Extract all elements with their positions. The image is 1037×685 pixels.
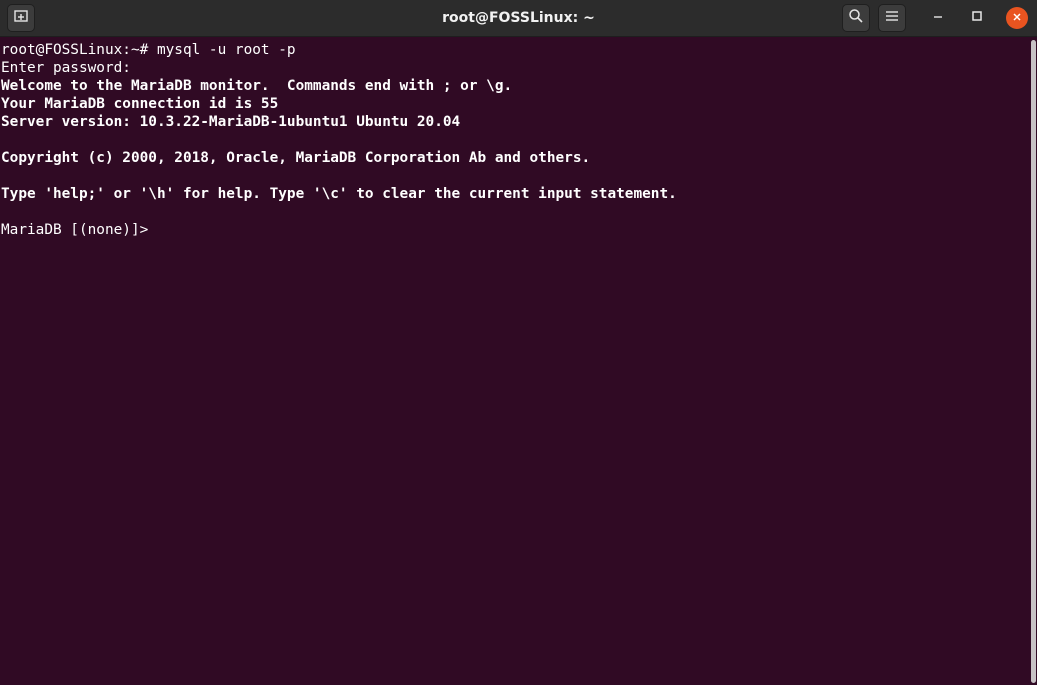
scrollbar-thumb[interactable] xyxy=(1031,40,1036,683)
search-button[interactable] xyxy=(842,4,870,32)
search-icon xyxy=(848,8,864,29)
new-tab-button[interactable] xyxy=(7,4,35,32)
new-tab-icon xyxy=(13,8,29,29)
terminal-line: Enter password: xyxy=(1,60,131,76)
menu-button[interactable] xyxy=(878,4,906,32)
terminal-line: Server version: 10.3.22-MariaDB-1ubuntu1… xyxy=(1,114,461,130)
terminal-line: Welcome to the MariaDB monitor. Commands… xyxy=(1,78,513,94)
maximize-button[interactable] xyxy=(966,7,988,29)
terminal-line: Type 'help;' or '\h' for help. Type '\c'… xyxy=(1,186,677,202)
titlebar[interactable]: root@FOSSLinux: ~ xyxy=(0,0,1037,37)
terminal-line: Copyright (c) 2000, 2018, Oracle, MariaD… xyxy=(1,150,591,166)
terminal-line: root@FOSSLinux:~# mysql -u root -p xyxy=(1,42,296,58)
maximize-icon xyxy=(971,9,983,27)
close-icon xyxy=(1012,9,1022,27)
command-prompt[interactable]: MariaDB [(none)]> xyxy=(1,221,1030,239)
hamburger-menu-icon xyxy=(885,9,899,27)
close-button[interactable] xyxy=(1006,7,1028,29)
scrollbar[interactable] xyxy=(1030,38,1037,685)
terminal-output[interactable]: root@FOSSLinux:~# mysql -u root -p Enter… xyxy=(0,38,1030,685)
minimize-button[interactable] xyxy=(927,7,949,29)
terminal-line: Your MariaDB connection id is 55 xyxy=(1,96,279,112)
minimize-icon xyxy=(932,9,944,27)
terminal-window: root@FOSSLinux: ~ root@FOSSLinux:~# mysq… xyxy=(0,0,1037,685)
